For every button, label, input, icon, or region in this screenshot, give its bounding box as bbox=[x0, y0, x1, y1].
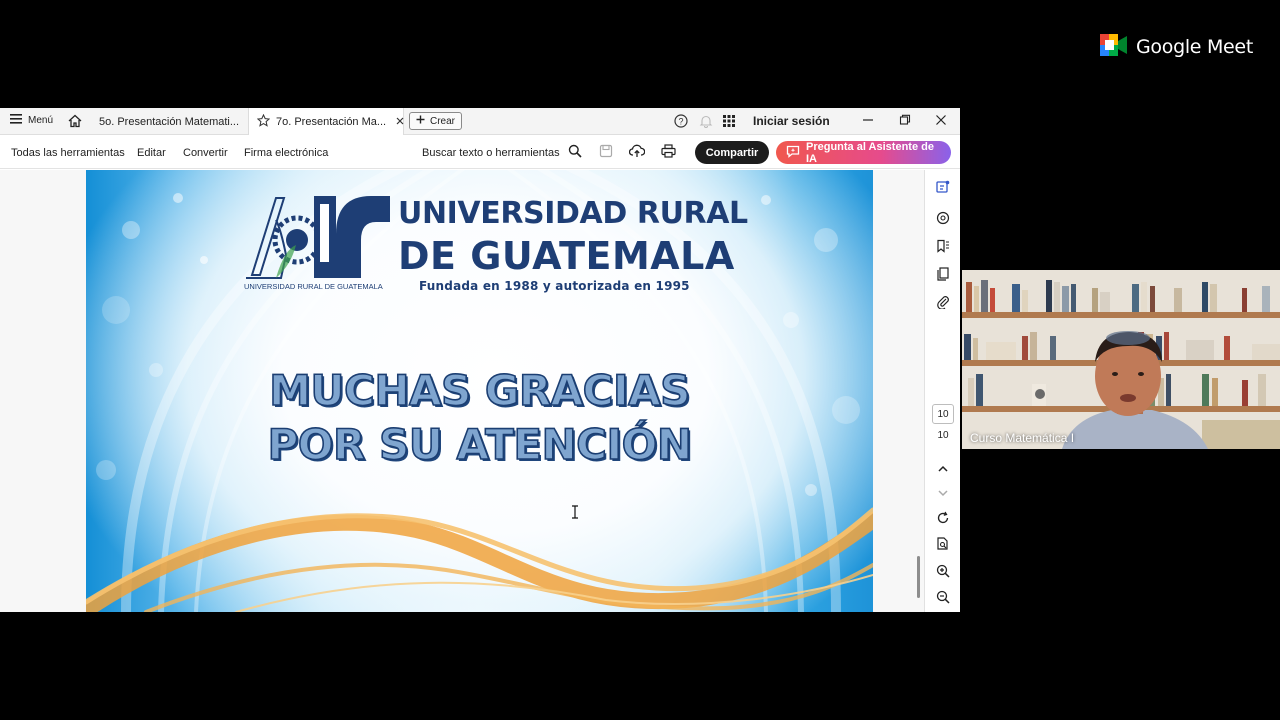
logo-caption: UNIVERSIDAD RURAL DE GUATEMALA bbox=[244, 282, 383, 291]
chevron-down-icon bbox=[938, 484, 948, 502]
bookmark-icon bbox=[936, 239, 950, 258]
refresh-icon bbox=[936, 511, 950, 530]
upload-cloud-button[interactable] bbox=[628, 136, 646, 169]
tab-presentation-7[interactable]: 7o. Presentación Ma... bbox=[248, 108, 404, 135]
page-tools-button[interactable] bbox=[934, 536, 952, 556]
rotate-button[interactable] bbox=[934, 511, 952, 529]
chat-icon bbox=[936, 211, 950, 230]
zoom-in-button[interactable] bbox=[934, 564, 952, 582]
thanks-line2: POR SU ATENCIÓN bbox=[267, 419, 693, 470]
close-tab-icon[interactable] bbox=[396, 116, 404, 128]
restore-button[interactable] bbox=[899, 114, 911, 129]
screen: Google Meet Menú 5o. Presentación Matema… bbox=[0, 0, 1280, 720]
page-total: 10 bbox=[937, 430, 949, 441]
zoom-out-button[interactable] bbox=[934, 590, 952, 608]
attachments-button[interactable] bbox=[934, 295, 952, 313]
home-icon bbox=[68, 114, 82, 131]
edit-button[interactable]: Editar bbox=[137, 136, 166, 169]
apps-grid-icon bbox=[723, 115, 735, 130]
next-page-button[interactable] bbox=[934, 484, 952, 502]
google-meet-brand: Google Meet bbox=[1100, 33, 1253, 61]
pages-button[interactable] bbox=[934, 266, 952, 286]
home-button[interactable] bbox=[68, 114, 82, 131]
document-search-icon bbox=[936, 536, 950, 556]
help-button[interactable]: ? bbox=[674, 114, 688, 131]
university-name-line1: UNIVERSIDAD RURAL bbox=[398, 196, 748, 231]
participant-video-frame bbox=[962, 270, 1280, 449]
zoom-in-icon bbox=[936, 564, 950, 583]
right-tool-rail: 10 10 bbox=[924, 170, 960, 612]
plus-icon bbox=[416, 115, 425, 127]
ai-chat-icon bbox=[786, 145, 800, 161]
search-tools-button[interactable]: Buscar texto o herramientas bbox=[422, 136, 582, 169]
text-cursor-icon bbox=[571, 505, 579, 519]
paperclip-icon bbox=[936, 295, 950, 314]
participant-name: Curso Matemática I bbox=[970, 431, 1075, 445]
vertical-scrollbar-thumb[interactable] bbox=[917, 556, 920, 598]
save-button[interactable] bbox=[599, 136, 613, 169]
ai-assistant-button[interactable]: Pregunta al Asistente de IA bbox=[776, 140, 951, 165]
help-icon: ? bbox=[674, 114, 688, 131]
apps-grid-button[interactable] bbox=[723, 115, 735, 130]
university-name-line2: DE GUATEMALA bbox=[398, 234, 735, 278]
minimize-icon bbox=[862, 114, 874, 129]
notifications-button[interactable] bbox=[699, 114, 713, 131]
previous-page-button[interactable] bbox=[934, 460, 952, 478]
document-area[interactable]: UNIVERSIDAD RURAL DE GUATEMALA Fundada e… bbox=[0, 170, 924, 612]
save-icon bbox=[599, 144, 613, 161]
print-button[interactable] bbox=[661, 136, 676, 169]
comment-panel-button[interactable] bbox=[934, 180, 952, 198]
university-tagline: Fundada en 1988 y autorizada en 1995 bbox=[419, 279, 690, 293]
participant-video-tile[interactable]: Curso Matemática I bbox=[962, 270, 1280, 449]
esign-button[interactable]: Firma electrónica bbox=[244, 136, 328, 169]
sign-in-button[interactable]: Iniciar sesión bbox=[753, 114, 830, 128]
restore-icon bbox=[899, 114, 911, 129]
google-meet-label: Google Meet bbox=[1136, 36, 1253, 58]
bookmarks-button[interactable] bbox=[934, 239, 952, 257]
zoom-out-icon bbox=[936, 590, 950, 609]
create-button[interactable]: Crear bbox=[409, 112, 463, 130]
pdf-viewer-window: Menú 5o. Presentación Matemati... 7o. Pr… bbox=[0, 108, 960, 612]
cloud-upload-icon bbox=[628, 144, 646, 161]
convert-button[interactable]: Convertir bbox=[183, 136, 228, 169]
tab-presentation-5[interactable]: 5o. Presentación Matemati... bbox=[91, 108, 247, 135]
all-tools-button[interactable]: Todas las herramientas bbox=[11, 136, 125, 169]
menu-button[interactable]: Menú bbox=[10, 114, 53, 127]
thanks-line1: MUCHAS GRACIAS bbox=[268, 365, 691, 416]
ai-assistant-label: Pregunta al Asistente de IA bbox=[806, 140, 934, 165]
svg-text:?: ? bbox=[678, 117, 683, 127]
slide-page: UNIVERSIDAD RURAL DE GUATEMALA Fundada e… bbox=[86, 170, 873, 612]
share-button[interactable]: Compartir bbox=[695, 141, 769, 164]
tools-toolbar: Todas las herramientas Editar Convertir … bbox=[0, 136, 960, 169]
search-icon bbox=[568, 144, 582, 161]
printer-icon bbox=[661, 144, 676, 161]
chevron-up-icon bbox=[938, 460, 948, 478]
hamburger-icon bbox=[10, 114, 22, 127]
star-icon[interactable] bbox=[256, 113, 271, 130]
edit-pdf-icon bbox=[936, 180, 950, 199]
bell-icon bbox=[699, 114, 713, 131]
tab-bar: Menú 5o. Presentación Matemati... 7o. Pr… bbox=[0, 108, 960, 135]
tab-label: 5o. Presentación Matemati... bbox=[99, 115, 240, 128]
chat-button[interactable] bbox=[934, 211, 952, 229]
close-window-button[interactable] bbox=[935, 114, 947, 129]
tab-label: 7o. Presentación Ma... bbox=[276, 115, 387, 128]
google-meet-logo-icon bbox=[1100, 33, 1128, 61]
minimize-button[interactable] bbox=[862, 114, 874, 129]
search-label: Buscar texto o herramientas bbox=[422, 146, 560, 159]
close-icon bbox=[935, 114, 947, 129]
menu-label: Menú bbox=[28, 115, 54, 126]
create-label: Crear bbox=[430, 115, 456, 127]
pages-icon bbox=[936, 266, 950, 286]
page-number-input[interactable]: 10 bbox=[932, 404, 954, 424]
